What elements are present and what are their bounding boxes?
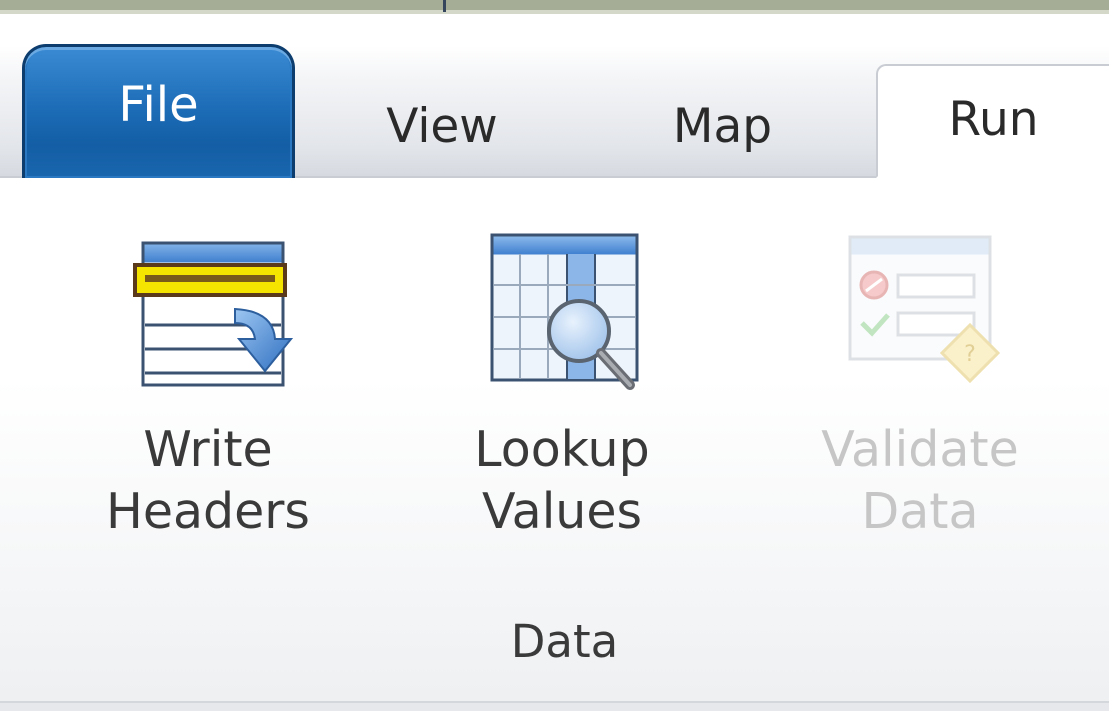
ribbon-panel: Write Headers Lookup Values ? Validate D… — [0, 178, 1109, 711]
lookup-values-label-line1: Lookup — [474, 421, 650, 478]
tab-map[interactable]: Map — [655, 78, 790, 178]
svg-text:?: ? — [964, 342, 976, 367]
lookup-values-button[interactable]: Lookup Values — [432, 219, 692, 579]
write-headers-label-line2: Headers — [106, 483, 310, 540]
ribbon-group-label-data: Data — [510, 615, 619, 668]
tab-view[interactable]: View — [372, 78, 512, 178]
validate-data-label-line1: Validate — [821, 421, 1019, 478]
ribbon-bottom-border — [0, 701, 1109, 711]
tab-run[interactable]: Run — [876, 64, 1109, 178]
validate-data-button[interactable]: ? Validate Data — [790, 219, 1050, 579]
lookup-values-label-line2: Values — [481, 483, 643, 540]
lookup-values-icon — [472, 227, 652, 401]
validate-data-label-line2: Data — [861, 483, 979, 540]
tab-file[interactable]: File — [22, 44, 295, 178]
window-top-strip — [0, 0, 1109, 14]
top-strip-divider — [443, 0, 446, 12]
validate-data-icon: ? — [830, 227, 1010, 401]
write-headers-button[interactable]: Write Headers — [78, 219, 338, 579]
write-headers-label-line1: Write — [143, 421, 273, 478]
ribbon-tab-bar: File View Map Run — [0, 18, 1109, 178]
write-headers-icon — [123, 227, 294, 391]
